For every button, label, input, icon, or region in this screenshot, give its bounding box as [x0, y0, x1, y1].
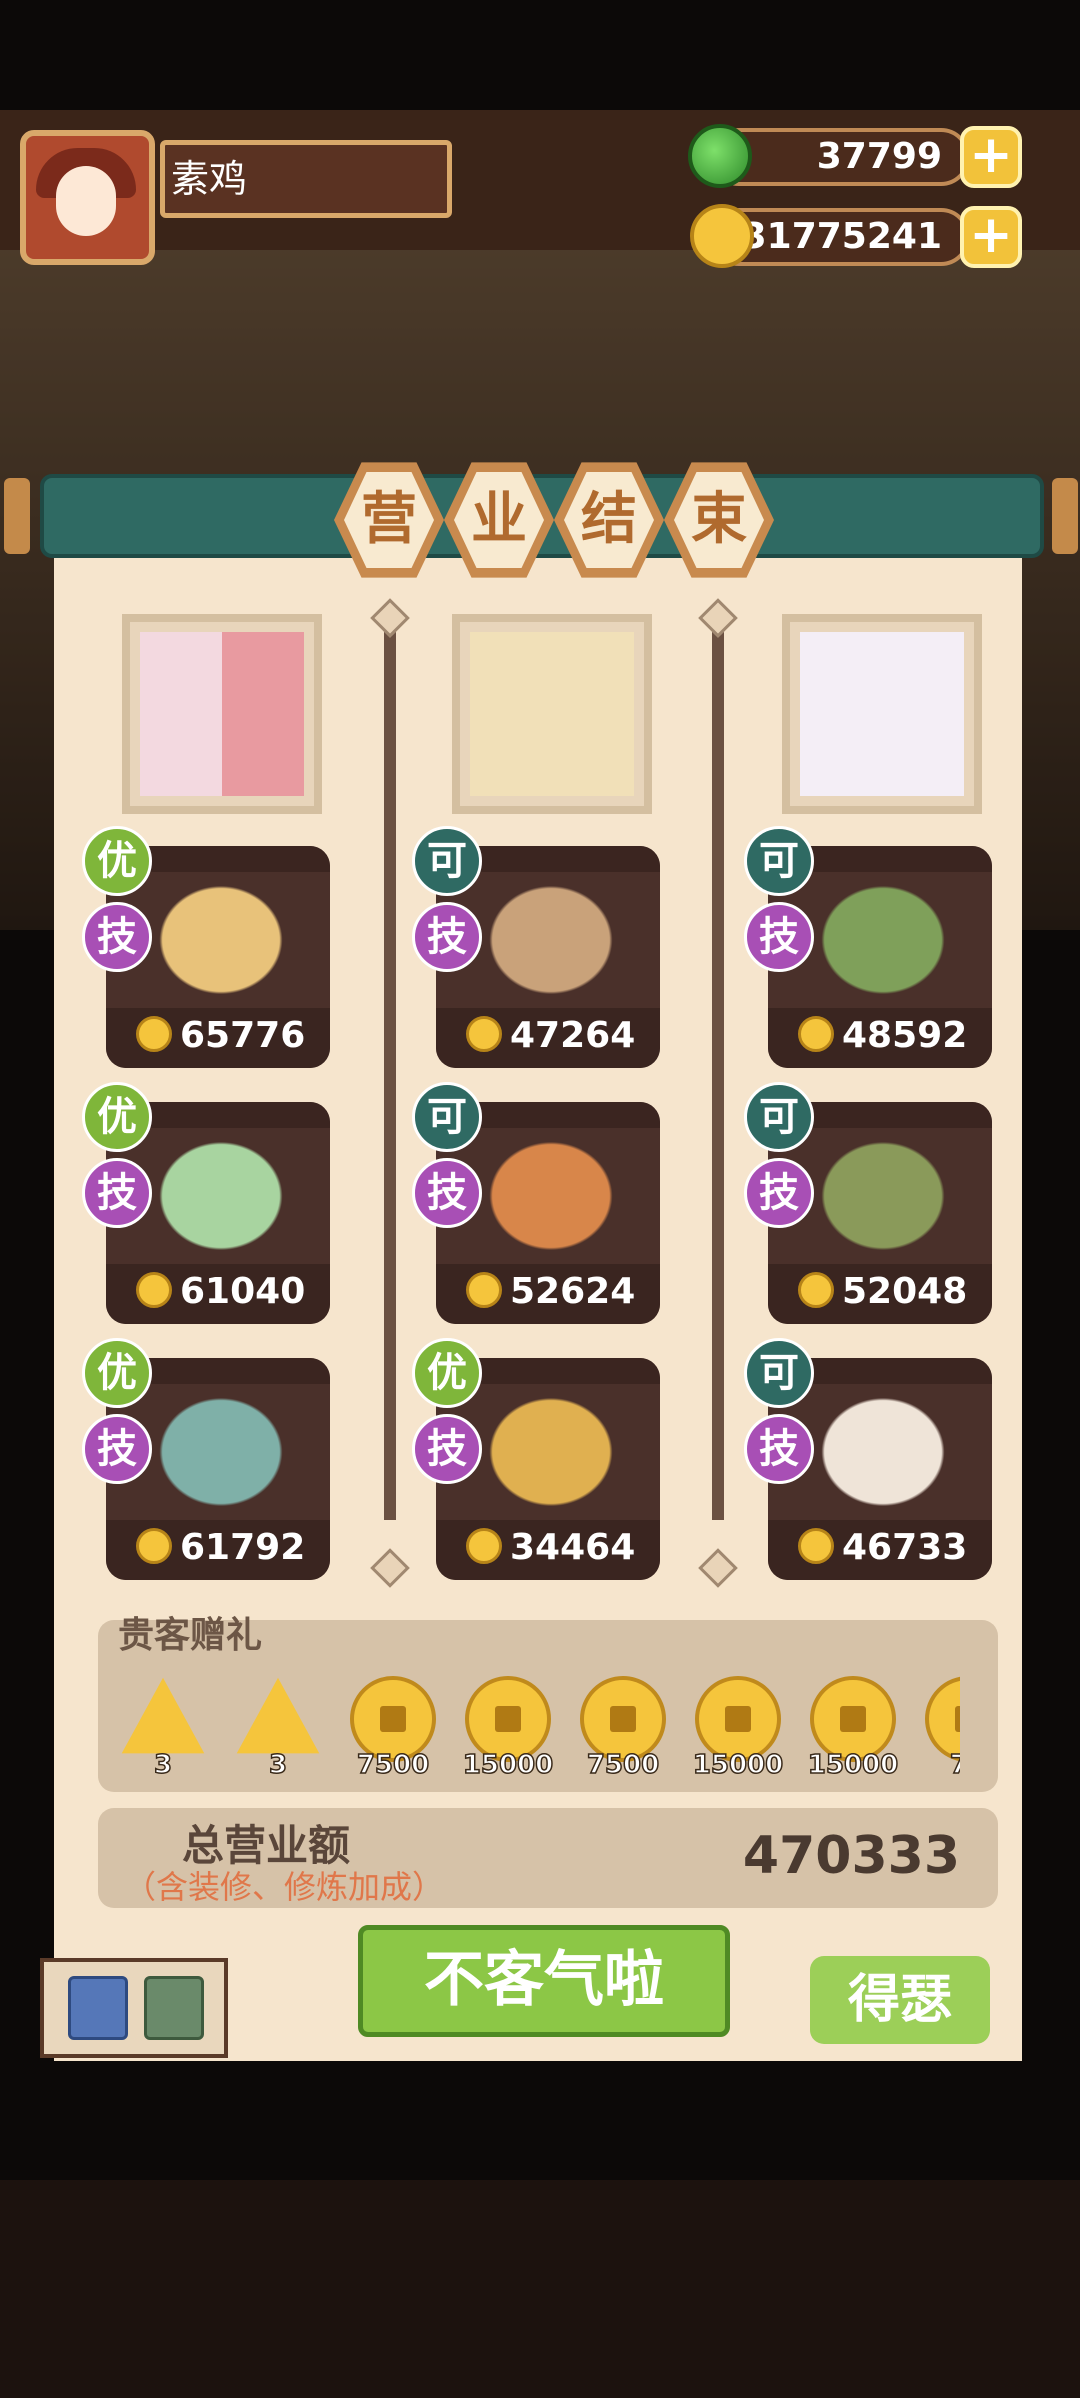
dish-image — [476, 874, 626, 994]
coin-icon — [466, 1528, 502, 1564]
gift-count: 3 — [268, 1749, 288, 1781]
column-divider — [384, 630, 396, 1520]
guest-image — [140, 632, 304, 796]
column-divider — [712, 630, 724, 1520]
floor-background — [0, 2180, 1080, 2398]
dish-revenue: 61040 — [180, 1271, 306, 1312]
guest-portrait-white-hood — [782, 614, 982, 814]
camera-toggle — [40, 1958, 228, 2058]
skill-badge: 技 — [82, 902, 152, 972]
skill-badge: 技 — [82, 1414, 152, 1484]
guest-portrait-twins — [122, 614, 322, 814]
dish-image — [476, 1386, 626, 1506]
rating-badge: 优 — [82, 826, 152, 896]
rating-badge: 优 — [82, 1082, 152, 1152]
dish-image — [808, 1130, 958, 1250]
scroll-end-left — [4, 478, 30, 554]
jade-icon — [688, 124, 752, 188]
scroll-end-right — [1052, 478, 1078, 554]
coin-icon — [136, 1016, 172, 1052]
skill-badge: 技 — [744, 902, 814, 972]
coin-icon — [466, 1016, 502, 1052]
gift-count: 7500 — [356, 1749, 430, 1781]
dish-image — [808, 1386, 958, 1506]
rating-badge: 可 — [744, 826, 814, 896]
guest-image — [800, 632, 964, 796]
coin-icon — [136, 1272, 172, 1308]
rating-badge: 优 — [82, 1338, 152, 1408]
add-jade-button[interactable]: + — [960, 126, 1022, 188]
dish-revenue: 34464 — [510, 1527, 636, 1568]
gift-count: 7500 — [586, 1749, 660, 1781]
skill-badge: 技 — [744, 1414, 814, 1484]
dish-revenue: 52624 — [510, 1271, 636, 1312]
dish-image — [808, 874, 958, 994]
dish-revenue: 46733 — [842, 1527, 968, 1568]
coin-icon — [798, 1272, 834, 1308]
brag-button[interactable]: 得瑟 — [810, 1956, 990, 2044]
coin-icon — [136, 1528, 172, 1564]
gift-count: 15000 — [807, 1749, 899, 1781]
skill-badge: 技 — [412, 1414, 482, 1484]
coin-icon — [798, 1528, 834, 1564]
rating-badge: 可 — [744, 1082, 814, 1152]
gift-count: 15000 — [462, 1749, 554, 1781]
player-name: 素鸡 — [160, 140, 452, 218]
rating-badge: 可 — [744, 1338, 814, 1408]
guest-portrait-blonde — [452, 614, 652, 814]
dish-image — [146, 874, 296, 994]
rating-badge: 可 — [412, 826, 482, 896]
total-revenue-note: （含装修、修炼加成） — [124, 1868, 445, 1906]
gift-count: 3 — [153, 1749, 173, 1781]
skill-badge: 技 — [412, 1158, 482, 1228]
dish-image — [476, 1130, 626, 1250]
avatar-face — [56, 166, 116, 236]
coin-icon — [690, 204, 754, 268]
dish-revenue: 52048 — [842, 1271, 968, 1312]
confirm-button[interactable]: 不客气啦 — [358, 1925, 730, 2037]
rating-badge: 可 — [412, 1082, 482, 1152]
dish-revenue: 65776 — [180, 1015, 306, 1056]
skill-badge: 技 — [82, 1158, 152, 1228]
total-revenue-value: 470333 — [742, 1826, 960, 1886]
dish-revenue: 47264 — [510, 1015, 636, 1056]
dish-revenue: 48592 — [842, 1015, 968, 1056]
gift-count: 75 — [949, 1749, 960, 1781]
vip-gift-title: 贵客赠礼 — [118, 1615, 263, 1656]
coin-icon — [466, 1272, 502, 1308]
skill-badge: 技 — [412, 902, 482, 972]
gift-count: 15000 — [692, 1749, 784, 1781]
dish-revenue: 61792 — [180, 1527, 306, 1568]
dish-image — [146, 1130, 296, 1250]
gift-list: 3 3 7500 15000 7500 15000 15000 75 — [98, 1670, 960, 1790]
add-coins-button[interactable]: + — [960, 206, 1022, 268]
rating-badge: 优 — [412, 1338, 482, 1408]
camera-mode-2-icon[interactable] — [144, 1976, 204, 2040]
guest-image — [470, 632, 634, 796]
player-avatar[interactable] — [20, 130, 155, 265]
coin-icon — [798, 1016, 834, 1052]
dish-image — [146, 1386, 296, 1506]
camera-mode-1-icon[interactable] — [68, 1976, 128, 2040]
skill-badge: 技 — [744, 1158, 814, 1228]
